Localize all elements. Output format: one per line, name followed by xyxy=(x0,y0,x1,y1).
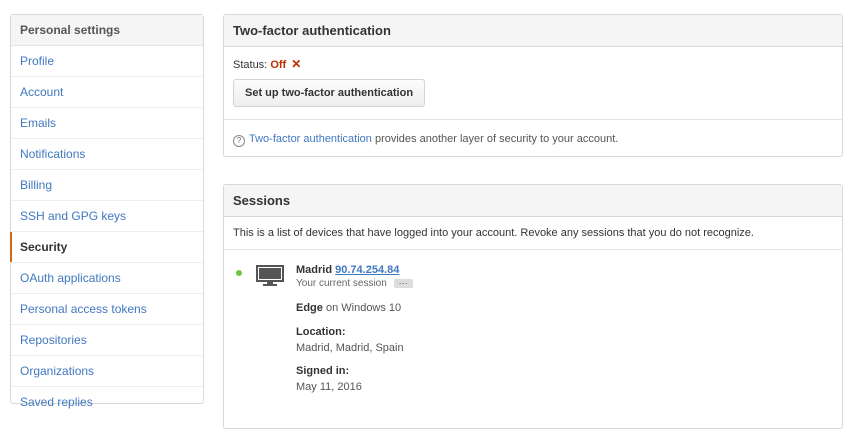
question-icon: ? xyxy=(233,135,245,147)
sidebar-item-notifications[interactable]: Notifications xyxy=(11,139,203,170)
signed-in-value: May 11, 2016 xyxy=(296,381,362,393)
sidebar-item-profile[interactable]: Profile xyxy=(11,46,203,77)
session-os: on Windows 10 xyxy=(322,302,402,314)
two-factor-hint-text: provides another layer of security to yo… xyxy=(371,133,619,145)
sidebar-item-ssh-gpg-keys[interactable]: SSH and GPG keys xyxy=(11,201,203,232)
session-city: Madrid xyxy=(296,264,333,276)
two-factor-title: Two-factor authentication xyxy=(224,15,842,47)
desktop-computer-icon xyxy=(256,265,284,286)
two-factor-status: Status: Off ✕ xyxy=(233,57,301,71)
two-factor-panel: Two-factor authentication Status: Off ✕ … xyxy=(223,14,843,157)
sidebar-item-billing[interactable]: Billing xyxy=(11,170,203,201)
session-ip-link[interactable]: 90.74.254.84 xyxy=(335,264,399,276)
sidebar-heading: Personal settings xyxy=(11,15,203,46)
current-session-label: Your current session xyxy=(296,278,387,289)
online-status-dot xyxy=(236,270,242,276)
session-browser: Edge xyxy=(296,302,323,314)
sidebar-item-repositories[interactable]: Repositories xyxy=(11,325,203,356)
setup-two-factor-button[interactable]: Set up two-factor authentication xyxy=(233,79,426,107)
ellipsis-expand-button[interactable]: ··· xyxy=(393,278,413,288)
sidebar-item-emails[interactable]: Emails xyxy=(11,108,203,139)
sidebar-item-account[interactable]: Account xyxy=(11,77,203,108)
sidebar-item-security[interactable]: Security xyxy=(10,232,203,263)
sidebar-item-personal-access-tokens[interactable]: Personal access tokens xyxy=(11,294,203,325)
sidebar-item-organizations[interactable]: Organizations xyxy=(11,356,203,387)
location-value: Madrid, Madrid, Spain xyxy=(296,342,404,354)
session-details: Madrid 90.74.254.84 Your current session… xyxy=(296,263,413,394)
two-factor-help-link[interactable]: Two-factor authentication xyxy=(249,133,372,145)
sidebar-item-saved-replies[interactable]: Saved replies xyxy=(11,387,203,417)
signed-in-label: Signed in: xyxy=(296,365,350,377)
x-icon: ✕ xyxy=(291,57,302,71)
location-label: Location: xyxy=(296,326,346,338)
sessions-panel: Sessions This is a list of devices that … xyxy=(223,184,843,429)
two-factor-hint: ? Two-factor authentication provides anot… xyxy=(224,119,842,147)
sidebar-item-oauth-applications[interactable]: OAuth applications xyxy=(11,263,203,294)
status-value: Off xyxy=(270,59,287,71)
sessions-title: Sessions xyxy=(224,185,842,217)
status-label: Status: xyxy=(233,59,268,71)
personal-settings-sidebar: Personal settings Profile Account Emails… xyxy=(10,14,204,409)
sessions-description: This is a list of devices that have logg… xyxy=(224,217,842,250)
